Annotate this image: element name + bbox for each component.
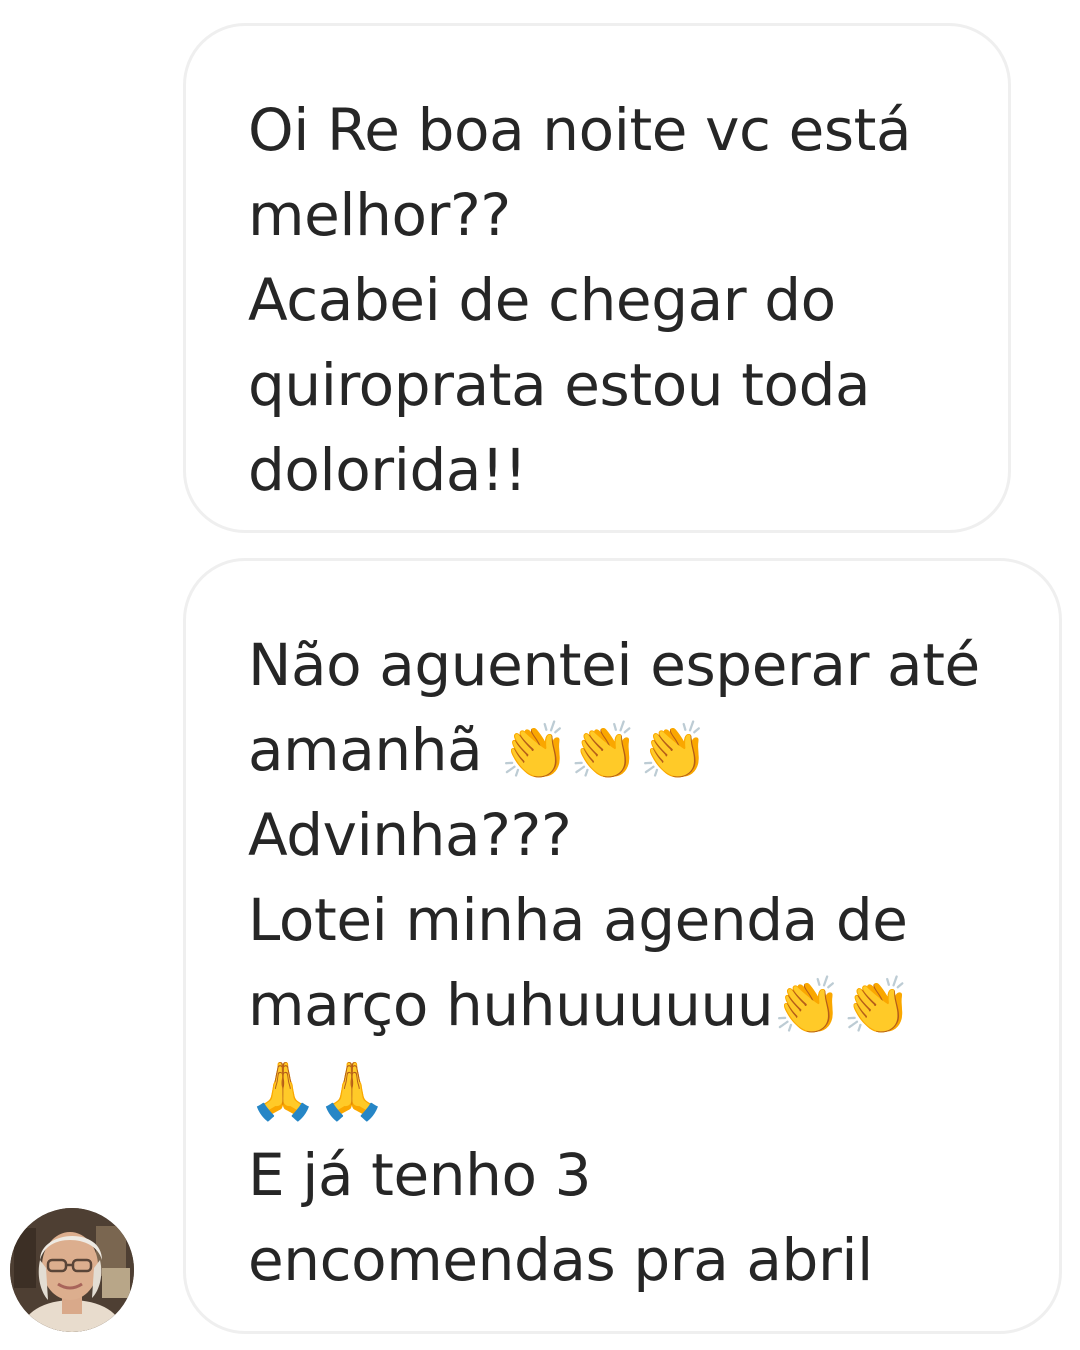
clapping-hands-icon: 👏 bbox=[638, 719, 709, 784]
clapping-hands-icon: 👏 bbox=[500, 719, 570, 784]
clapping-hands-icon: 👏 bbox=[773, 974, 843, 1039]
message-text-line: Advinha??? bbox=[248, 801, 572, 869]
message-text-segment: março huhuuuuuu bbox=[248, 971, 774, 1039]
sender-avatar[interactable] bbox=[10, 1208, 134, 1332]
message-emoji-line: 🙏🙏 bbox=[248, 1048, 1059, 1133]
message-text-line: Não aguentei esperar até bbox=[248, 631, 980, 699]
message-text-line: Oi Re boa noite vc está bbox=[248, 96, 912, 164]
clapping-hands-icon: 👏 bbox=[569, 719, 640, 784]
message-bubble[interactable]: Oi Re boa noite vc está melhor?? Acabei … bbox=[183, 23, 1011, 533]
message-text-line: Acabei de chegar do bbox=[248, 266, 836, 334]
message-text-line: E já tenho 3 bbox=[248, 1141, 592, 1209]
folded-hands-icon: 🙏 bbox=[248, 1059, 318, 1124]
message-text-line: quiroprata estou toda bbox=[248, 351, 871, 419]
message-text-line: amanhã 👏👏👏 bbox=[248, 708, 1059, 793]
message-text-line: Lotei minha agenda de bbox=[248, 886, 908, 954]
clapping-hands-icon: 👏 bbox=[842, 974, 913, 1039]
message-text-line: março huhuuuuuu👏👏 bbox=[248, 963, 1059, 1048]
message-text-segment: amanhã bbox=[248, 716, 483, 784]
message-text-line: encomendas pra abril bbox=[248, 1226, 873, 1294]
message-text-line: melhor?? bbox=[248, 181, 511, 249]
avatar-photo bbox=[10, 1208, 134, 1332]
folded-hands-icon: 🙏 bbox=[317, 1059, 387, 1124]
message-bubble[interactable]: Não aguentei esperar até amanhã 👏👏👏 Advi… bbox=[183, 558, 1062, 1334]
message-text-line: dolorida!! bbox=[248, 436, 527, 504]
